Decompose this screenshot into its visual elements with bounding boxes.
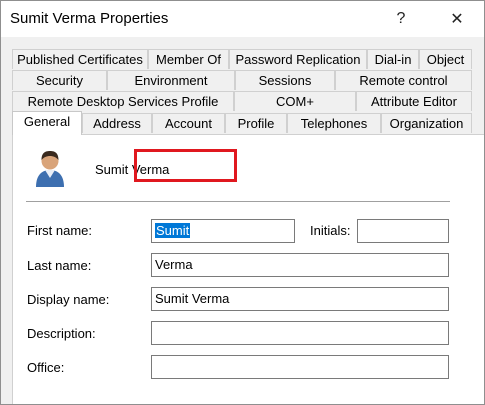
- title-bar: Sumit Verma Properties ? ✕: [1, 1, 484, 37]
- tab-general[interactable]: General: [12, 111, 82, 135]
- tab-published-certificates[interactable]: Published Certificates: [12, 49, 148, 69]
- description-field[interactable]: [151, 321, 449, 345]
- divider: [26, 201, 450, 202]
- tab-account[interactable]: Account: [152, 113, 225, 133]
- tab-dial-in[interactable]: Dial-in: [367, 49, 419, 69]
- tab-com-plus[interactable]: COM+: [234, 91, 356, 111]
- initials-field[interactable]: [357, 219, 449, 243]
- tab-security[interactable]: Security: [12, 70, 107, 90]
- display-name-label: Display name:: [27, 292, 110, 307]
- first-name-value: Sumit: [155, 223, 191, 238]
- tab-telephones[interactable]: Telephones: [287, 113, 381, 133]
- office-field[interactable]: [151, 355, 449, 379]
- properties-dialog: Sumit Verma Properties ? ✕ Published Cer…: [0, 0, 485, 405]
- user-icon: [36, 151, 64, 187]
- tab-address[interactable]: Address: [82, 113, 152, 133]
- office-label: Office:: [27, 360, 65, 375]
- first-name-field[interactable]: Sumit: [151, 219, 295, 243]
- tab-organization[interactable]: Organization: [381, 113, 472, 133]
- window-title: Sumit Verma Properties: [10, 10, 169, 27]
- display-name-highlight-box: [134, 149, 237, 182]
- tab-password-replication[interactable]: Password Replication: [229, 49, 367, 69]
- last-name-label: Last name:: [27, 258, 92, 273]
- help-button[interactable]: ?: [379, 1, 423, 37]
- tab-sessions[interactable]: Sessions: [235, 70, 335, 90]
- tab-remote-desktop-services-profile[interactable]: Remote Desktop Services Profile: [12, 91, 234, 111]
- tab-attribute-editor[interactable]: Attribute Editor: [356, 91, 472, 111]
- tab-strip: Published Certificates Member Of Passwor…: [1, 37, 484, 137]
- tab-profile[interactable]: Profile: [225, 113, 287, 133]
- display-name-field[interactable]: Sumit Verma: [151, 287, 449, 311]
- initials-label: Initials:: [310, 223, 351, 238]
- tab-member-of[interactable]: Member Of: [148, 49, 229, 69]
- tab-remote-control[interactable]: Remote control: [335, 70, 472, 90]
- tab-environment[interactable]: Environment: [107, 70, 235, 90]
- first-name-label: First name:: [27, 223, 93, 238]
- tab-object[interactable]: Object: [419, 49, 472, 69]
- close-button[interactable]: ✕: [435, 1, 479, 37]
- last-name-field[interactable]: Verma: [151, 253, 449, 277]
- description-label: Description:: [27, 326, 96, 341]
- general-tab-panel: Sumit Verma First name: Sumit Initials: …: [12, 134, 484, 404]
